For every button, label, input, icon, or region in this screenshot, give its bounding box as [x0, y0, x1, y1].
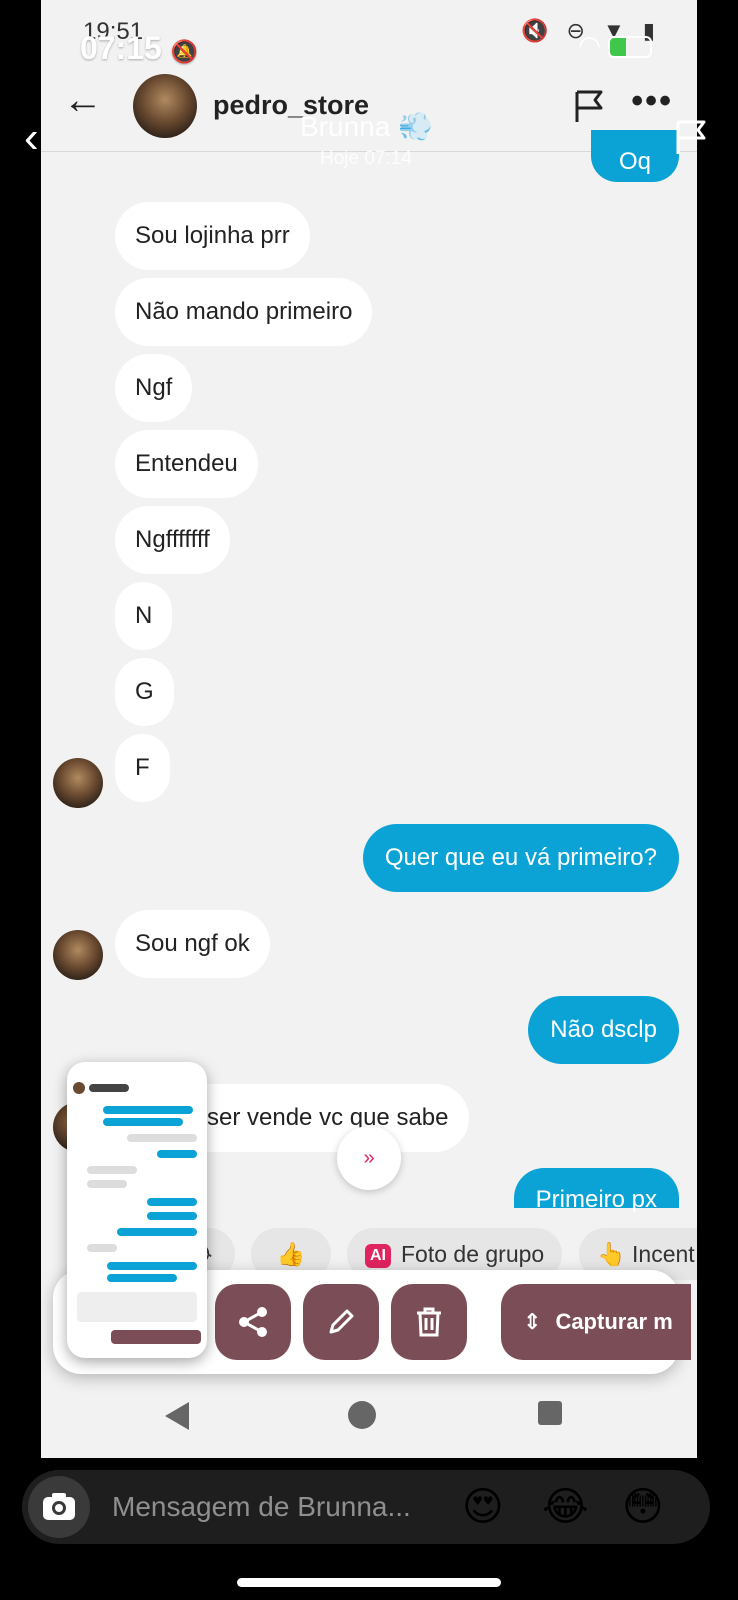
message-outgoing[interactable]: Oq: [590, 130, 679, 182]
message-incoming[interactable]: F: [115, 734, 170, 802]
story-username-text: Brunna: [300, 111, 391, 142]
message-outgoing[interactable]: Primeiro px: [513, 1168, 679, 1213]
capture-more-button[interactable]: ⇕ Capturar m: [501, 1284, 691, 1360]
message-incoming[interactable]: Sou lojinha prr: [115, 202, 310, 270]
message-incoming[interactable]: N: [115, 582, 173, 650]
message-incoming[interactable]: Ngfffffff: [115, 506, 230, 574]
message-incoming[interactable]: Entendeu: [115, 430, 258, 498]
nav-home-icon[interactable]: [347, 1400, 377, 1430]
screenshot-thumbnail[interactable]: [67, 1062, 207, 1358]
share-button[interactable]: [215, 1284, 291, 1360]
battery-charging-icon: [608, 36, 652, 59]
story-reply-bar: Mensagem de Brunna... 😍 😂 😳: [22, 1470, 710, 1544]
more-options-icon[interactable]: •••: [631, 82, 673, 121]
chat-screenshot: 19:51 🔇 ⊖ ▼ ▮ ← pedro_store ••• Oq Sou l…: [41, 0, 697, 1458]
story-username[interactable]: Brunna 💨: [300, 110, 433, 143]
header-avatar[interactable]: [133, 74, 197, 138]
expand-icon: ⇕: [523, 1309, 542, 1334]
home-indicator[interactable]: [237, 1578, 501, 1587]
message-outgoing[interactable]: Quer que eu vá primeiro?: [362, 824, 679, 892]
chip-group-photo-label: Foto de grupo: [401, 1241, 545, 1267]
status-time-text: 07:15: [80, 30, 162, 66]
message-incoming[interactable]: Ngf: [115, 354, 193, 422]
nav-recents-icon[interactable]: [537, 1400, 563, 1426]
delete-button[interactable]: [391, 1284, 467, 1360]
flag-icon[interactable]: [573, 88, 607, 124]
message-incoming[interactable]: G: [115, 658, 174, 726]
ai-badge-icon: AI: [365, 1244, 391, 1268]
wifi-icon: ◠: [578, 30, 601, 60]
back-arrow-icon[interactable]: ←: [63, 80, 103, 120]
pencil-icon: [329, 1309, 354, 1334]
share-icon: [239, 1306, 267, 1337]
sender-avatar[interactable]: [53, 930, 103, 980]
story-timestamp: Hoje 07:14: [320, 148, 412, 169]
status-clock: 07:15 🔕: [80, 30, 198, 67]
story-back-icon[interactable]: ‹: [24, 116, 39, 160]
chip-incent-label: Incent: [632, 1241, 695, 1267]
story-viewer: 19:51 🔇 ⊖ ▼ ▮ ← pedro_store ••• Oq Sou l…: [0, 0, 738, 1600]
edit-button[interactable]: [303, 1284, 379, 1360]
nav-back-icon[interactable]: [163, 1400, 191, 1432]
heart-eyes-emoji-button[interactable]: 😍: [462, 1482, 504, 1532]
trash-icon: [417, 1307, 441, 1337]
android-nav-bar: [41, 1376, 697, 1458]
story-flag-icon[interactable]: [674, 118, 710, 156]
capture-label: Capturar m: [555, 1309, 673, 1334]
flushed-emoji-button[interactable]: 😳: [622, 1482, 664, 1532]
scroll-down-button[interactable]: »: [337, 1126, 401, 1190]
dash-emoji-icon: 💨: [398, 111, 433, 142]
sender-avatar[interactable]: [53, 758, 103, 808]
camera-button[interactable]: [28, 1476, 90, 1538]
bell-muted-icon: 🔕: [170, 39, 199, 64]
message-outgoing[interactable]: Não dsclp: [528, 996, 679, 1064]
message-incoming[interactable]: Não mando primeiro: [115, 278, 373, 346]
pointing-hand-icon: 👆: [597, 1241, 626, 1267]
status-icons: ◠: [578, 30, 652, 61]
reply-input[interactable]: Mensagem de Brunna...: [112, 1470, 411, 1544]
camera-icon: [43, 1493, 75, 1520]
message-incoming[interactable]: Sou ngf ok: [115, 910, 270, 978]
joy-emoji-button[interactable]: 😂: [542, 1482, 589, 1532]
